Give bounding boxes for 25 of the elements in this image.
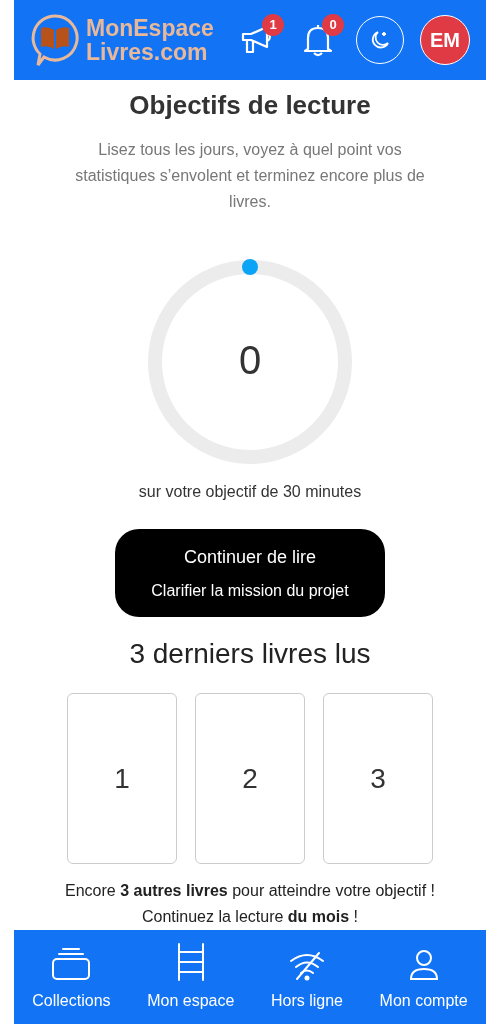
encouragement-text: Continuez la lecture du mois ! [141,907,359,927]
wifi-off-icon [288,951,325,981]
tray-icon [51,947,92,981]
book-card[interactable]: 2 [195,693,305,864]
moon-stars-icon [369,29,391,51]
description-text: Lisez tous les jours, voyez à quel point vos statistiques s’envolent et terminez encore plus de livres. [74,140,426,212]
goal-caption: sur votre objectif de 30 minutes [138,482,362,503]
book-logo-icon [30,13,80,67]
book-card[interactable]: 1 [67,693,177,864]
nav-item[interactable]: Mon espace [147,941,235,1013]
count-badge: 1 [262,14,284,36]
nav-item[interactable]: Mon compte [379,941,468,1013]
section-title: Objectifs de lecture [129,89,371,122]
encouragement-text: Encore 3 autres livres pour atteindre votre objectif ! [65,881,435,901]
count-badge: 0 [322,14,344,36]
nav-item[interactable]: Hors ligne [270,941,343,1013]
book-card[interactable]: 3 [323,693,433,864]
user-icon [408,949,439,981]
progress-value: 0 [238,339,262,380]
avatar-button[interactable]: EM [420,15,470,65]
section-title: 3 derniers livres lus [129,637,371,671]
logo-text: Livres.com [86,40,208,64]
continue-reading-button[interactable]: Continuer de lire Clarifier la mission du projet [115,529,385,617]
nav-item[interactable]: Collections [32,941,111,1013]
ladder-icon [175,943,206,981]
